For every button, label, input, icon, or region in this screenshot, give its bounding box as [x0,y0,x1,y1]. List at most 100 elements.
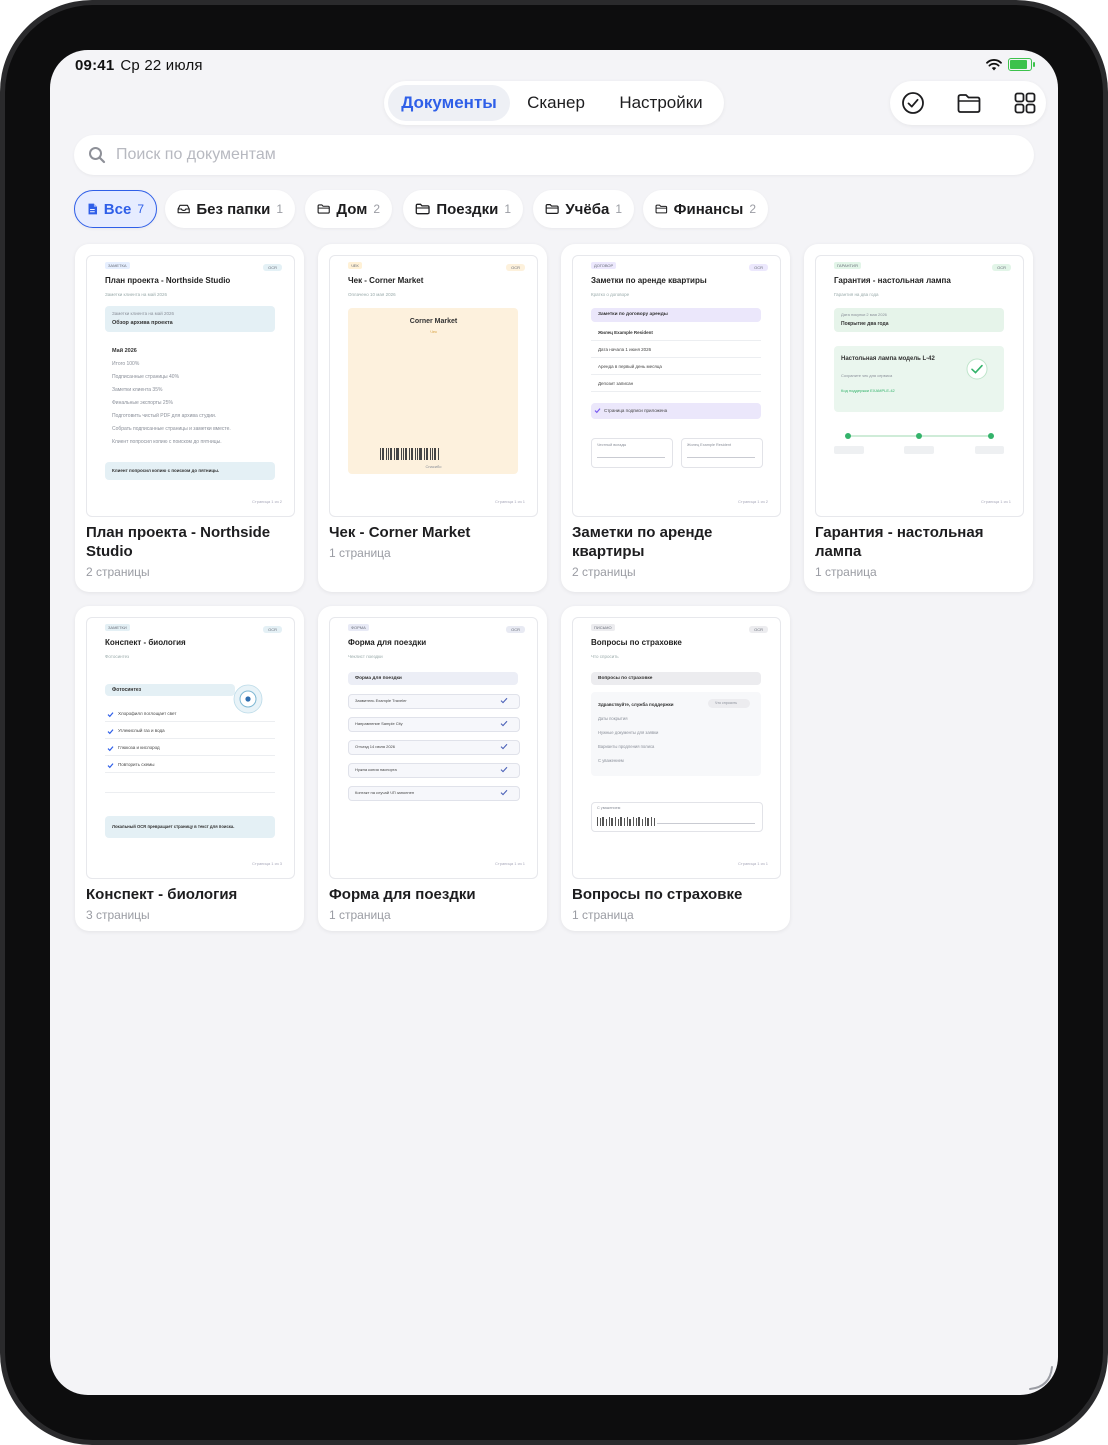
checkmark-icon [500,743,508,750]
thumb-text: Форма для поездки [355,676,402,681]
document-page-count: 1 страница [815,565,877,579]
thumb-text: Подготовить чистый PDF для архива студии… [112,413,217,419]
document-card[interactable]: ФОРМА OCR Форма для поездки Чеклист поез… [318,606,547,931]
filter-chip-label: Финансы [673,200,744,218]
checkmark-icon [107,729,114,735]
tab-scanner[interactable]: Сканер [514,85,598,121]
battery-icon [1008,58,1035,71]
thumb-text: Клиент попросил копию с поиском до пятни… [112,468,220,473]
thumb-footer: Страница 1 из 2 [252,499,282,504]
thumb-meta: Фотосинтез [105,654,130,659]
status-icons [986,58,1035,71]
document-card[interactable]: ГАРАНТИЯ OCR Гарантия - настольная лампа… [804,244,1033,592]
checkmark-icon [500,697,508,704]
document-title: Гарантия - настольная лампа [815,524,984,560]
document-title: План проекта - Northside Studio [86,524,271,560]
thumb-text: Подписанные страницы 40% [112,374,180,380]
thumb-text: Варианты продления полиса [598,744,655,749]
folder-icon [545,204,559,214]
thumb-badge: OCR [749,626,768,633]
filter-chip-label: Поездки [436,200,499,218]
document-thumbnail: ФОРМА OCR Форма для поездки Чеклист поез… [329,617,538,879]
document-card[interactable]: ЧЕК OCR Чек - Corner Market Оплачено 10 … [318,244,547,592]
filter-chip-label: Все [103,200,132,218]
thumb-tag: ГАРАНТИЯ [834,262,861,269]
search-bar [74,135,1034,175]
document-page-count: 1 страница [329,546,391,560]
thumb-text: Хлорофилл поглощает свет [118,711,177,716]
thumb-meta: Чеклист поездки [348,654,383,659]
thumb-footer: Страница 1 из 1 [495,499,525,504]
filter-chip-label: Без папки [196,200,271,218]
thumb-footer: Страница 1 из 2 [738,499,768,504]
thumb-text: Жилец Example Resident [687,443,731,447]
thumb-text: Заметки клиента 35% [112,387,163,393]
grid-icon[interactable] [1012,90,1038,116]
thumb-text: Дата покупки 2 мая 2026 [841,312,887,317]
filter-chip-no-folder[interactable]: Без папки 1 [165,190,295,228]
tab-settings[interactable]: Настройки [606,85,716,121]
main-tabs: Документы Сканер Настройки [384,81,724,125]
document-card[interactable]: ЗАМЕТКИ OCR Конспект - биология Фотосинт… [75,606,304,931]
thumb-text: Аренда в первый день месяца [598,364,662,369]
checkmark-icon [107,763,114,769]
document-page-count: 1 страница [572,908,634,922]
filter-chip-count: 1 [615,202,622,216]
thumb-text: Финальные экспорты 25% [112,400,173,406]
document-thumbnail: ЗАМЕТКИ OCR Конспект - биология Фотосинт… [86,617,295,879]
document-page-count: 2 страницы [86,565,150,579]
thumb-text: Май 2026 [112,348,137,354]
status-bar: 09:41 Ср 22 июля [75,57,203,74]
document-card[interactable]: ДОГОВОР OCR Заметки по аренде квартиры К… [561,244,790,592]
thumb-text: Контакт на случай ЧП заполнен [355,790,415,795]
thumb-tag: ЧЕК [348,262,362,269]
filter-chip-study[interactable]: Учёба 1 [533,190,634,228]
thumb-divider [105,738,275,739]
resize-handle[interactable] [1028,1365,1054,1391]
filter-chip-finance[interactable]: Финансы 2 [643,190,768,228]
thumb-title: Чек - Corner Market [348,276,424,285]
thumb-divider [591,340,761,341]
thumb-text: Покрытие два года [841,321,889,327]
search-input[interactable] [116,135,996,175]
filter-chip-count: 1 [504,202,511,216]
folder-icon[interactable] [956,90,982,116]
checkmark-circle-icon[interactable] [900,90,926,116]
checkmark-icon [500,766,508,773]
document-title: Форма для поездки [329,886,476,903]
filter-chip-trips[interactable]: Поездки 1 [403,190,523,228]
document-thumbnail: ГАРАНТИЯ OCR Гарантия - настольная лампа… [815,255,1024,517]
thumb-meta: Кратко о договоре [591,292,630,297]
folder-icon [655,204,668,214]
filter-chip-home[interactable]: Дом 2 [305,190,392,228]
document-page-count: 3 страницы [86,908,150,922]
filter-chip-count: 2 [749,202,756,216]
thumb-meta: Что спросить [591,654,619,659]
checkmark-circle-icon [966,358,988,380]
document-card[interactable]: ЗАМЕТКА OCR План проекта - Northside Stu… [75,244,304,592]
thumb-text: Код поддержки EXAMPLE-42 [841,388,895,393]
thumb-tag: ПИСЬМО [591,624,615,631]
document-card[interactable]: ПИСЬМО OCR Вопросы по страховке Что спро… [561,606,790,931]
thumb-text: Что спросить [715,701,738,705]
barcode-icon [380,448,439,460]
thumb-text: Повторить схемы [118,762,155,767]
checkmark-icon [500,789,508,796]
thumb-text: Глюкоза и кислород [118,745,160,750]
thumb-text: С уважением [597,806,621,810]
thumb-divider [687,457,755,458]
document-title: Заметки по аренде квартиры [572,524,713,560]
thumb-meta: Заметки клиента на май 2026 [105,292,167,297]
thumb-text: Заметки клиента на май 2026 [112,311,174,316]
checkmark-icon [594,408,601,414]
thumb-text: Отъезд 14 июля 2026 [355,744,395,749]
filter-chip-all[interactable]: Все 7 [74,190,157,228]
thumb-divider [591,374,761,375]
thumb-text: Спасибо [425,464,442,469]
thumb-text: Обзор архива проекта [112,320,173,326]
tab-documents[interactable]: Документы [388,85,510,121]
app-screen: 09:41 Ср 22 июля Документы Сканер Настрой… [50,50,1058,1395]
thumb-tag: ФОРМА [348,624,369,631]
search-icon [89,147,106,164]
thumb-title: План проекта - Northside Studio [105,276,231,285]
